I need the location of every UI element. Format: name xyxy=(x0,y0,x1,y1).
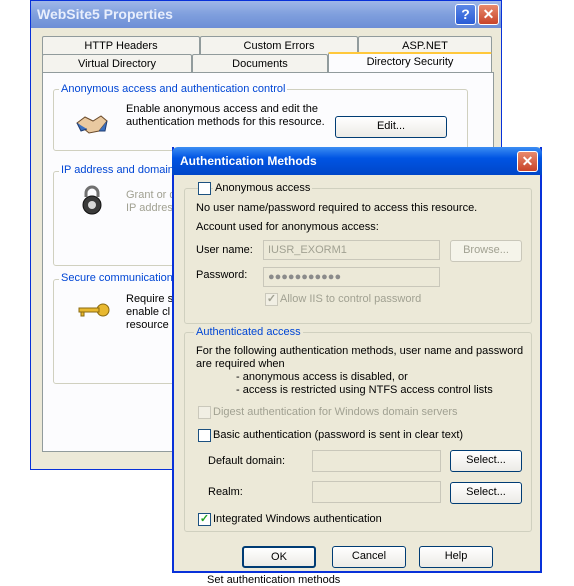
cancel-button[interactable]: Cancel xyxy=(332,546,406,568)
handshake-icon xyxy=(75,109,109,142)
allow-iis-checkbox[interactable]: ✓ xyxy=(265,293,278,306)
secure-line3: resource xyxy=(126,319,169,331)
dialog-close-icon[interactable]: ✕ xyxy=(517,151,538,172)
anon-desc-line1: Enable anonymous access and edit the xyxy=(126,103,319,115)
integrated-windows-checkbox[interactable]: ✓ xyxy=(198,513,211,526)
help-button[interactable]: Help xyxy=(419,546,493,568)
basic-auth-checkbox[interactable] xyxy=(198,429,211,442)
secure-comm-group-title: Secure communications xyxy=(59,272,181,284)
anonymous-access-checkbox[interactable] xyxy=(198,182,211,195)
help-icon[interactable]: ? xyxy=(455,4,476,25)
browse-button[interactable]: Browse... xyxy=(450,240,522,262)
ip-line1: Grant or d xyxy=(126,189,176,201)
realm-select-button[interactable]: Select... xyxy=(450,482,522,504)
digest-auth-checkbox[interactable] xyxy=(198,406,211,419)
properties-title-bar[interactable]: WebSite5 Properties ? ✕ xyxy=(31,1,501,28)
tab-documents[interactable]: Documents xyxy=(192,54,328,73)
secure-line1: Require s xyxy=(126,293,174,305)
auth-bullet1: - anonymous access is disabled, or xyxy=(236,371,408,383)
auth-desc-line2: are required when xyxy=(196,358,285,370)
anonymous-note: No user name/password required to access… xyxy=(196,202,478,214)
anon-desc-line2: authentication methods for this resource… xyxy=(126,116,325,128)
default-domain-field[interactable] xyxy=(312,450,441,472)
secure-line2: enable cl xyxy=(126,306,171,318)
realm-label: Realm: xyxy=(208,486,243,498)
username-field[interactable]: IUSR_EXORM1 xyxy=(263,240,440,260)
basic-auth-label[interactable]: Basic authentication (password is sent i… xyxy=(213,429,463,441)
account-heading: Account used for anonymous access: xyxy=(196,221,379,233)
ip-domain-group-title: IP address and domain xyxy=(59,164,176,176)
password-field[interactable]: ●●●●●●●●●●● xyxy=(263,267,440,287)
anonymous-access-label[interactable]: Anonymous access xyxy=(213,182,313,194)
integrated-windows-label[interactable]: Integrated Windows authentication xyxy=(213,513,382,525)
tab-virtual-directory[interactable]: Virtual Directory xyxy=(42,54,192,73)
edit-button[interactable]: Edit... xyxy=(335,116,447,138)
anon-auth-group-title: Anonymous access and authentication cont… xyxy=(59,83,288,95)
authenticated-access-title: Authenticated access xyxy=(194,326,303,338)
tab-directory-security[interactable]: Directory Security xyxy=(328,52,492,73)
username-label: User name: xyxy=(196,244,253,256)
tab-http-headers[interactable]: HTTP Headers xyxy=(42,36,200,55)
digest-auth-label[interactable]: Digest authentication for Windows domain… xyxy=(213,406,458,418)
authentication-methods-dialog: Authentication Methods ✕ Anonymous acces… xyxy=(172,147,542,573)
realm-field[interactable] xyxy=(312,481,441,503)
close-icon[interactable]: ✕ xyxy=(478,4,499,25)
default-domain-label: Default domain: xyxy=(208,455,286,467)
lock-icon xyxy=(81,185,103,218)
auth-desc-line1: For the following authentication methods… xyxy=(196,345,524,357)
password-label: Password: xyxy=(196,269,248,281)
dialog-title: Authentication Methods xyxy=(180,154,317,168)
ok-button[interactable]: OK xyxy=(242,546,316,568)
properties-window-title: WebSite5 Properties xyxy=(37,6,173,22)
allow-iis-label[interactable]: Allow IIS to control password xyxy=(280,293,421,305)
default-domain-select-button[interactable]: Select... xyxy=(450,450,522,472)
ip-line2: IP addres xyxy=(126,202,173,214)
auth-bullet2: - access is restricted using NTFS access… xyxy=(236,384,493,396)
key-icon xyxy=(77,301,111,322)
figure-caption: Set authentication methods xyxy=(207,574,341,586)
dialog-title-bar[interactable]: Authentication Methods ✕ xyxy=(172,147,542,175)
